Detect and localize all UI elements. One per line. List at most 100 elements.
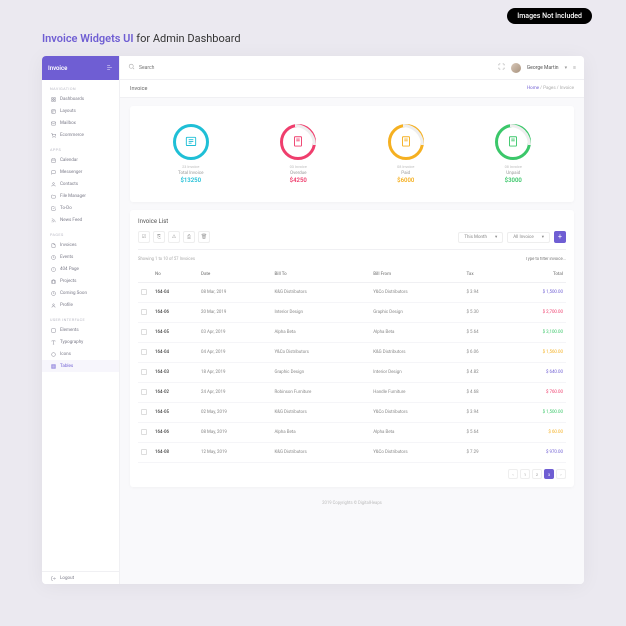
page-‹[interactable]: ‹ <box>508 469 518 479</box>
table-row[interactable]: 164-0608 May, 2019Alpha BetaAlpha Beta$ … <box>138 423 566 443</box>
page-2[interactable]: 2 <box>532 469 542 479</box>
cell-billfrom: K&G Distributors <box>370 343 463 363</box>
table-row[interactable]: 164-0408 Mar, 2019K&G DistributorsY&Co D… <box>138 283 566 303</box>
chevron-down-icon[interactable]: ▾ <box>565 65 568 71</box>
cell-tax: $ 6.06 <box>463 343 505 363</box>
widget-ring <box>173 124 209 160</box>
widget-value: $6000 <box>397 177 414 184</box>
sidebar-toggle-icon[interactable] <box>106 64 113 73</box>
widget-overdue: 03 InvoiceOverdue$4250 <box>280 124 316 184</box>
sidebar-item-label: Ecommerce <box>60 133 84 138</box>
promo-title: Invoice Widgets UI for Admin Dashboard <box>42 32 241 45</box>
crumb-home[interactable]: Home <box>527 86 539 91</box>
row-checkbox[interactable] <box>141 389 147 395</box>
row-checkbox[interactable] <box>141 369 147 375</box>
page-3[interactable]: 3 <box>544 469 554 479</box>
sidebar-item-mailbox[interactable]: Mailbox <box>42 117 119 129</box>
col-date[interactable]: Date <box>198 267 271 283</box>
sidebar-item-elements[interactable]: Elements <box>42 324 119 336</box>
widget-total-invoice: 23 InvoiceTotal Invoice$13250 <box>173 124 209 184</box>
search-input[interactable] <box>139 65 259 71</box>
row-checkbox[interactable] <box>141 289 147 295</box>
sidebar-item-contacts[interactable]: Contacts <box>42 178 119 190</box>
sidebar-item-profile[interactable]: Profile <box>42 299 119 311</box>
page-›[interactable]: › <box>556 469 566 479</box>
sidebar-item-layouts[interactable]: Layouts <box>42 105 119 117</box>
widget-ring <box>280 124 316 160</box>
row-checkbox[interactable] <box>141 429 147 435</box>
sidebar-item-messenger[interactable]: Messenger <box>42 166 119 178</box>
col-no[interactable]: No <box>152 267 198 283</box>
sidebar-item-news-feed[interactable]: News Feed <box>42 214 119 226</box>
row-checkbox[interactable] <box>141 309 147 315</box>
sidebar-item-ecommerce[interactable]: Ecommerce <box>42 129 119 141</box>
cell-tax: $ 3.94 <box>463 403 505 423</box>
row-checkbox[interactable] <box>141 329 147 335</box>
filter-input[interactable] <box>496 257 566 262</box>
sidebar-item-label: File Manager <box>60 194 86 199</box>
sidebar-item-dashboards[interactable]: Dashboards <box>42 93 119 105</box>
footer-copyright: 2019 Copyrights © DigitalHeaps <box>130 495 574 512</box>
widget-count: 08 Invoice <box>505 164 522 169</box>
to-do-icon <box>50 205 56 211</box>
row-checkbox[interactable] <box>141 349 147 355</box>
col-bill-to[interactable]: Bill To <box>271 267 370 283</box>
table-row[interactable]: 164-0620 Mar, 2019Interior DesignGraphic… <box>138 303 566 323</box>
chevron-down-icon: ▾ <box>542 235 544 240</box>
sidebar-item-projects[interactable]: Projects <box>42 275 119 287</box>
checkbox-all-button[interactable]: ☑ <box>138 231 150 243</box>
col-total[interactable]: Total <box>505 267 566 283</box>
typography-icon <box>50 339 56 345</box>
sidebar-item-label: Layouts <box>60 109 76 114</box>
maximize-icon[interactable] <box>498 63 505 72</box>
select-button[interactable]: ⎘ <box>153 231 165 243</box>
cell-tax: $ 3.94 <box>463 283 505 303</box>
sidebar-item-icons[interactable]: Icons <box>42 348 119 360</box>
page-1[interactable]: 1 <box>520 469 530 479</box>
more-icon[interactable]: ≡ <box>573 65 576 71</box>
cell-tax: $ 7.29 <box>463 443 505 463</box>
sidebar-item-coming-soon[interactable]: Coming Soon <box>42 287 119 299</box>
sidebar-item-label: Mailbox <box>60 121 76 126</box>
sidebar-item-events[interactable]: Events <box>42 251 119 263</box>
table-row[interactable]: 164-0503 Apr, 2019Alpha BetaAlpha Beta$ … <box>138 323 566 343</box>
sidebar-item-404-page[interactable]: 404 Page <box>42 263 119 275</box>
table-row[interactable]: 164-0318 Apr, 2019Graphic DesignInterior… <box>138 363 566 383</box>
row-checkbox[interactable] <box>141 449 147 455</box>
warn-button[interactable]: ⚠ <box>168 231 180 243</box>
delete-button[interactable]: 🗑 <box>198 231 210 243</box>
sidebar-item-typography[interactable]: Typography <box>42 336 119 348</box>
sidebar-item-label: Profile <box>60 303 73 308</box>
sidebar-item-calendar[interactable]: Calendar <box>42 154 119 166</box>
print-button[interactable]: ⎙ <box>183 231 195 243</box>
sidebar-section-heading: USER INTERFACE <box>42 311 119 324</box>
cell-date: 08 May, 2019 <box>198 423 271 443</box>
404-page-icon <box>50 266 56 272</box>
cell-billto: Interior Design <box>271 303 370 323</box>
table-row[interactable]: 164-0502 May, 2019K&G DistributorsY&Co D… <box>138 403 566 423</box>
sidebar-item-tables[interactable]: Tables <box>42 360 119 372</box>
add-invoice-button[interactable]: + <box>554 231 566 243</box>
cell-billfrom: Handle Furniture <box>370 383 463 403</box>
crumb-mid[interactable]: Pages <box>543 86 556 91</box>
cell-billto: Graphic Design <box>271 363 370 383</box>
table-row[interactable]: 164-0812 May, 2019K&G DistributorsY&Co D… <box>138 443 566 463</box>
col-tax[interactable]: Tax <box>463 267 505 283</box>
cell-total: $ 1,560.00 <box>505 343 566 363</box>
sidebar-item-to-do[interactable]: To-Do <box>42 202 119 214</box>
events-icon <box>50 254 56 260</box>
period-select[interactable]: This Month▾ <box>458 232 503 243</box>
table-row[interactable]: 164-0404 Apr, 2019Y&Co DistributorsK&G D… <box>138 343 566 363</box>
avatar[interactable] <box>511 63 521 73</box>
status-select[interactable]: All Invoice▾ <box>507 232 550 243</box>
cell-tax: $ 5.30 <box>463 303 505 323</box>
list-toolbar: ☑ ⎘ ⚠ ⎙ 🗑 This Month▾ All Invoice▾ + <box>138 231 566 250</box>
sidebar-item-file-manager[interactable]: File Manager <box>42 190 119 202</box>
sidebar-item-label: Invoices <box>60 243 77 248</box>
row-checkbox[interactable] <box>141 409 147 415</box>
sidebar-item-label: Calendar <box>60 158 78 163</box>
table-row[interactable]: 164-0224 Apr, 2019Robinson FurnitureHand… <box>138 383 566 403</box>
col-bill-from[interactable]: Bill From <box>370 267 463 283</box>
sidebar-item-invoices[interactable]: Invoices <box>42 239 119 251</box>
sidebar-item-logout[interactable]: Logout <box>42 572 119 584</box>
